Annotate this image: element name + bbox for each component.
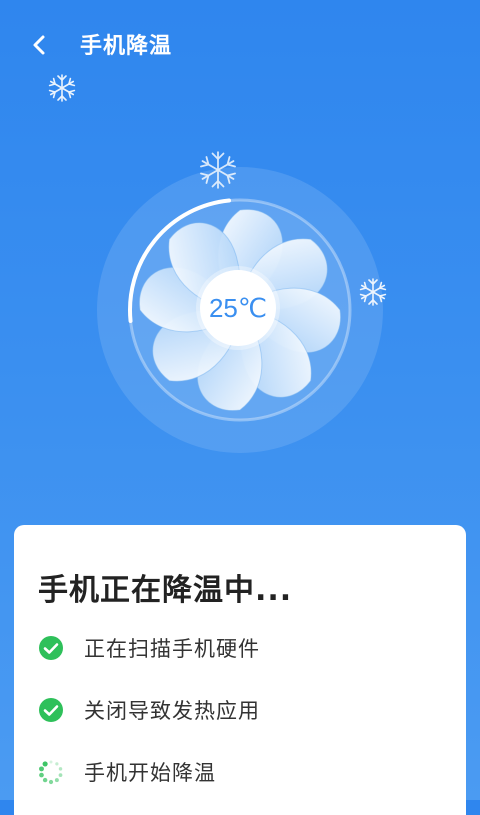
status-heading: 手机正在降温中... (38, 573, 293, 608)
spinner-dot (55, 762, 59, 766)
step-label: 手机开始降温 (84, 761, 216, 785)
spinner-dot (58, 767, 63, 771)
spinner-dot (58, 773, 63, 777)
check-circle-icon (38, 635, 64, 661)
chevron-left-icon (33, 35, 45, 55)
spinner-dot (48, 779, 54, 785)
step-label: 正在扫描手机硬件 (84, 637, 260, 661)
step-item: 关闭导致发热应用 (38, 695, 260, 725)
cooling-status-card: 手机正在降温中... 正在扫描手机硬件 关闭导致发热应用 手机开始降温 (14, 525, 466, 815)
spinner-dot (42, 761, 48, 767)
step-item: 手机开始降温 (38, 757, 216, 787)
spinner-dot (39, 766, 44, 772)
spinner-dot (39, 772, 44, 778)
back-button[interactable] (22, 28, 56, 62)
snowflake-icon (47, 74, 77, 102)
spinner-dot (49, 760, 53, 764)
temperature-readout: 25℃ (200, 270, 276, 346)
spinner-dot (54, 778, 59, 783)
page-title: 手机降温 (80, 34, 173, 59)
step-label: 关闭导致发热应用 (84, 699, 260, 723)
loading-spinner-icon (38, 759, 64, 785)
step-item: 正在扫描手机硬件 (38, 633, 260, 663)
check-circle-icon (38, 697, 64, 723)
spinner-dot (42, 777, 48, 783)
